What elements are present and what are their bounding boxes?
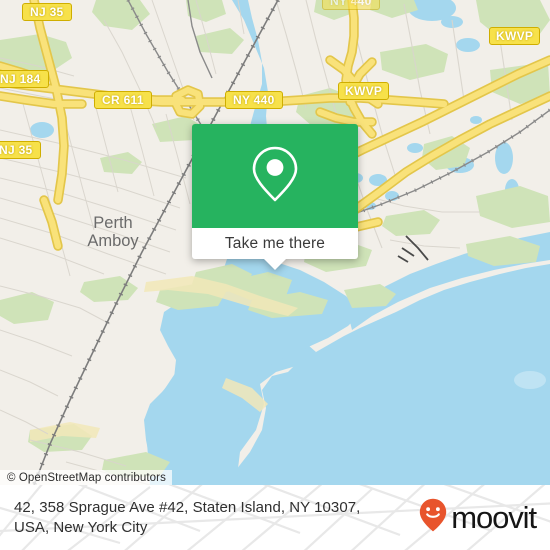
- road-shield-nj35-left: NJ 35: [0, 141, 41, 159]
- road-shield-nj184: NJ 184: [0, 70, 49, 88]
- road-shield-ny440-top: NY 440: [322, 0, 380, 10]
- moovit-wordmark: moovit: [451, 500, 537, 535]
- moovit-logo[interactable]: moovit: [419, 498, 537, 537]
- road-shield-kwvp-right: KWVP: [489, 27, 541, 45]
- callout-action-area[interactable]: Take me there: [192, 228, 358, 270]
- callout-pointer: [264, 259, 286, 270]
- address-text: 42, 358 Sprague Ave #42, Staten Island, …: [14, 498, 361, 536]
- moovit-map-page: Perth Amboy NJ 35 NJ 184 NJ 35 CR 611 NY…: [0, 0, 550, 550]
- svg-text:Perth: Perth: [93, 214, 132, 232]
- svg-text:Amboy: Amboy: [87, 232, 139, 250]
- place-label-perth-amboy: Perth Amboy: [87, 214, 139, 250]
- footer-bar: 42, 358 Sprague Ave #42, Staten Island, …: [0, 485, 550, 550]
- osm-attribution[interactable]: © OpenStreetMap contributors: [0, 470, 172, 485]
- callout-icon-area: [192, 124, 358, 228]
- road-shield-ny440: NY 440: [225, 91, 283, 109]
- take-me-there-label: Take me there: [224, 234, 326, 252]
- road-shield-cr611: CR 611: [94, 91, 152, 109]
- map-pin-icon: [251, 145, 299, 208]
- road-shield-kwvp-mid: KWVP: [338, 82, 390, 100]
- moovit-pin-smiley-icon: [419, 498, 447, 537]
- road-shield-nj35-top: NJ 35: [22, 3, 72, 21]
- location-callout-card[interactable]: Take me there: [192, 124, 358, 270]
